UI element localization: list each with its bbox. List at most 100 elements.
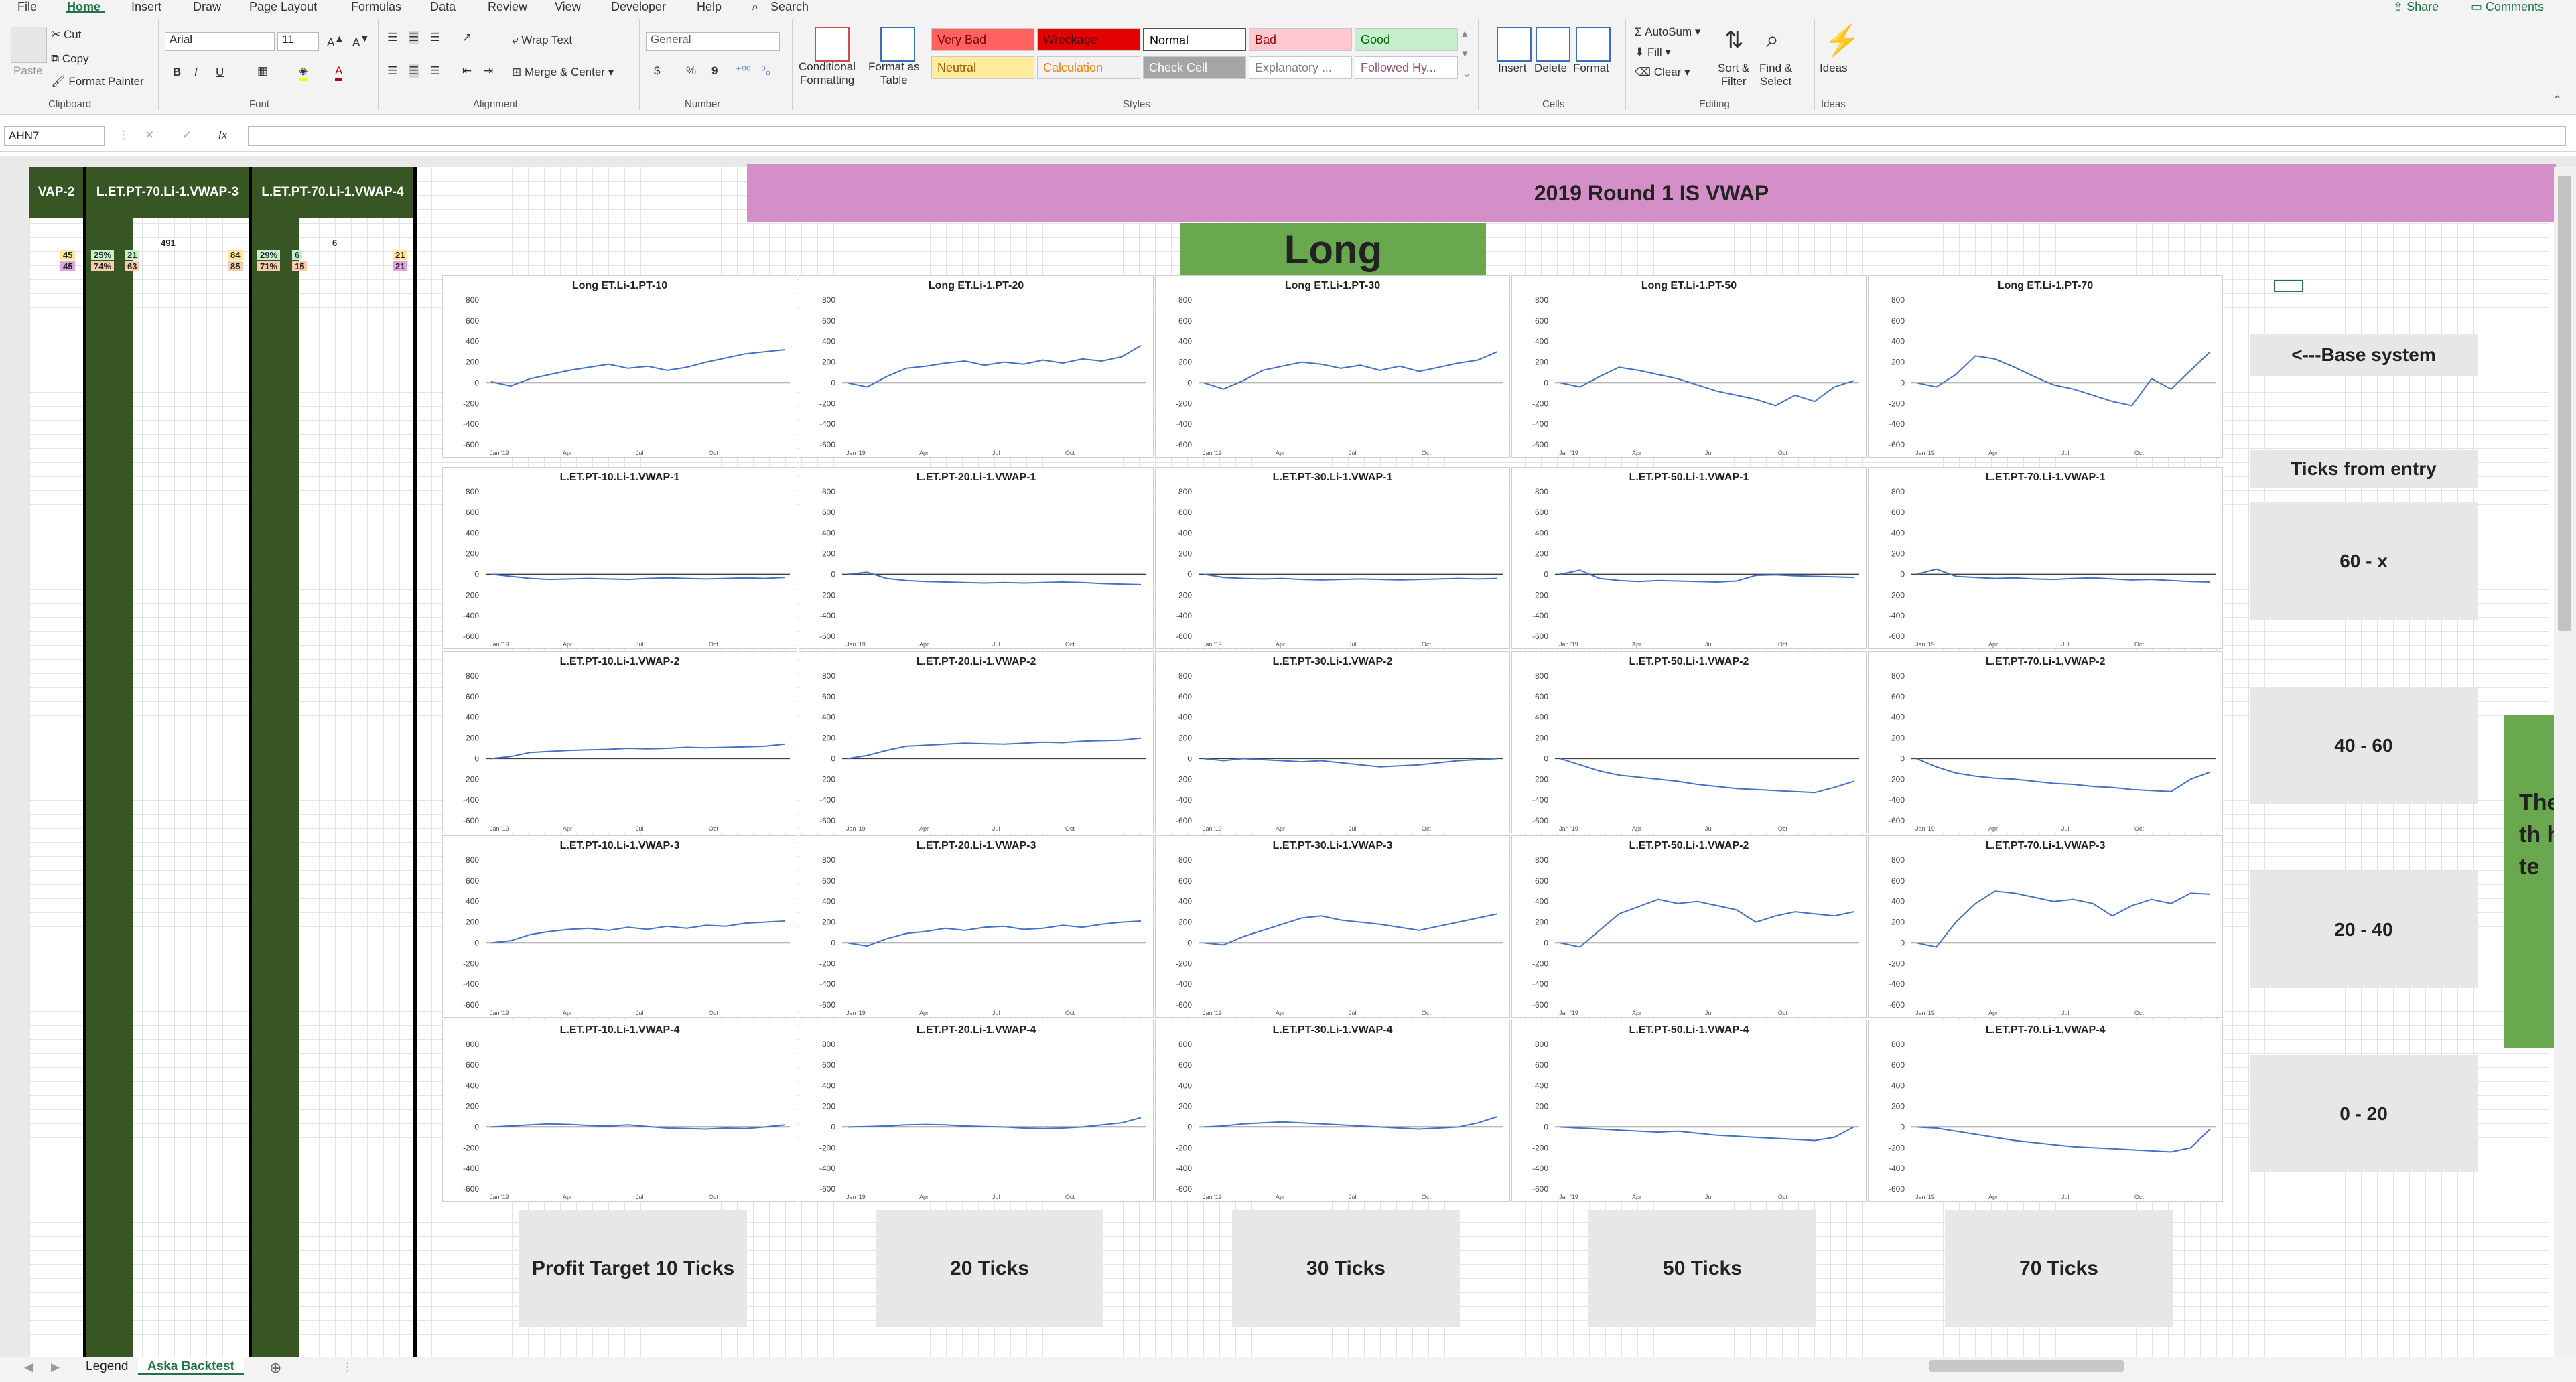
- stat-cell[interactable]: 15: [292, 261, 308, 271]
- stat-cell[interactable]: 21: [125, 250, 140, 260]
- next-sheet-icon[interactable]: ▶: [51, 1361, 60, 1374]
- align-top-icon[interactable]: ☰: [387, 31, 397, 44]
- equity-chart[interactable]: L.ET.PT-70.Li-1.VWAP-1 800 600 400 200 0 -200-…: [1868, 467, 2223, 649]
- orientation-icon[interactable]: ↗: [462, 31, 472, 44]
- stat-cell[interactable]: 71%: [257, 261, 281, 271]
- increase-indent-icon[interactable]: ⇥: [484, 64, 493, 78]
- italic-button[interactable]: I: [194, 66, 198, 79]
- decrease-indent-icon[interactable]: ⇤: [462, 64, 472, 78]
- cell-style-option[interactable]: Wreckage: [1037, 28, 1140, 51]
- equity-chart[interactable]: L.ET.PT-30.Li-1.VWAP-1 800 600 400 200 0 -200-…: [1155, 467, 1510, 649]
- cut-button[interactable]: ✂ Cut: [51, 28, 81, 42]
- equity-chart[interactable]: L.ET.PT-30.Li-1.VWAP-4 800 600 400 200 0 -200-…: [1155, 1020, 1510, 1202]
- cell-style-option[interactable]: Normal: [1143, 28, 1246, 51]
- equity-chart[interactable]: L.ET.PT-10.Li-1.VWAP-4 800 600 400 200 0 -200-…: [442, 1020, 797, 1202]
- equity-chart[interactable]: L.ET.PT-30.Li-1.VWAP-3 800 600 400 200 0 -200-…: [1155, 835, 1510, 1018]
- horizontal-scroll-thumb[interactable]: [1929, 1360, 2124, 1372]
- collapse-ribbon-icon[interactable]: ⌃: [2553, 94, 2562, 107]
- comments-button[interactable]: ▭ Comments: [2471, 0, 2544, 14]
- menu-view[interactable]: View: [555, 0, 581, 14]
- menu-page-layout[interactable]: Page Layout: [249, 0, 317, 14]
- autosum-button[interactable]: Σ AutoSum ▾: [1635, 25, 1700, 39]
- menu-review[interactable]: Review: [488, 0, 527, 14]
- share-button[interactable]: ⇪ Share: [2393, 0, 2439, 14]
- cancel-edit-icon[interactable]: ✕: [145, 129, 154, 142]
- add-sheet-icon[interactable]: ⊕: [269, 1359, 281, 1377]
- align-right-icon[interactable]: ☰: [430, 64, 440, 78]
- cell-style-option[interactable]: Followed Hy...: [1355, 56, 1458, 79]
- stat-cell[interactable]: 21: [393, 261, 408, 271]
- merge-center-button[interactable]: ⊞ Merge & Center ▾: [512, 66, 614, 79]
- cell-style-option[interactable]: Bad: [1249, 28, 1352, 51]
- equity-chart[interactable]: L.ET.PT-10.Li-1.VWAP-1 800 600 400 200 0 -200-…: [442, 467, 797, 649]
- number-format-select[interactable]: General: [646, 32, 780, 51]
- shrink-font-icon[interactable]: A▼: [352, 33, 369, 50]
- equity-chart[interactable]: L.ET.PT-50.Li-1.VWAP-1 800 600 400 200 0 -200-…: [1511, 467, 1867, 649]
- conditional-formatting-button[interactable]: Conditional Formatting: [799, 60, 856, 87]
- find-select-button[interactable]: Find & Select: [1759, 62, 1792, 88]
- equity-chart[interactable]: L.ET.PT-20.Li-1.VWAP-4 800 600 400 200 0 -200-…: [799, 1020, 1154, 1202]
- align-center-icon[interactable]: ☰: [409, 64, 419, 78]
- equity-chart[interactable]: L.ET.PT-50.Li-1.VWAP-2 800 600 400 200 0 -200-…: [1511, 651, 1867, 833]
- equity-chart[interactable]: L.ET.PT-70.Li-1.VWAP-2 800 600 400 200 0 -200-…: [1868, 651, 2223, 833]
- align-bottom-icon[interactable]: ☰: [430, 31, 440, 44]
- equity-chart[interactable]: L.ET.PT-50.Li-1.VWAP-4 800 600 400 200 0 -200-…: [1511, 1020, 1867, 1202]
- formula-options-icon[interactable]: ⋮: [118, 129, 129, 142]
- conditional-formatting-icon[interactable]: [815, 27, 850, 62]
- cell-style-option[interactable]: Good: [1355, 28, 1458, 51]
- row-header-bar[interactable]: [0, 167, 30, 1357]
- ideas-icon[interactable]: ⚡: [1824, 23, 1860, 58]
- underline-button[interactable]: U: [216, 66, 224, 79]
- format-as-table-button[interactable]: Format as Table: [868, 60, 920, 87]
- search-label[interactable]: Search: [770, 0, 809, 14]
- cell-style-option[interactable]: Neutral: [931, 56, 1034, 79]
- borders-icon[interactable]: ▦: [257, 64, 268, 78]
- stat-cell[interactable]: 85: [228, 261, 243, 271]
- sort-filter-button[interactable]: Sort & Filter: [1718, 62, 1749, 88]
- menu-help[interactable]: Help: [697, 0, 722, 14]
- vertical-scroll-thumb[interactable]: [2558, 176, 2571, 631]
- currency-button[interactable]: $: [654, 64, 660, 78]
- paste-icon[interactable]: [11, 27, 47, 63]
- copy-button[interactable]: ⧉ Copy: [51, 52, 89, 66]
- equity-chart[interactable]: Long ET.Li-1.PT-20 800 600 400 200 0 -200 -400-…: [799, 275, 1154, 458]
- cell-style-option[interactable]: Check Cell: [1143, 56, 1246, 79]
- format-cells-button[interactable]: Format: [1573, 62, 1609, 75]
- equity-chart[interactable]: L.ET.PT-70.Li-1.VWAP-4 800 600 400 200 0 -200-…: [1868, 1020, 2223, 1202]
- find-select-icon[interactable]: ⌕: [1766, 27, 1779, 53]
- font-name-select[interactable]: Arial: [165, 32, 275, 51]
- equity-chart[interactable]: Long ET.Li-1.PT-50 800 600 400 200 0 -200 -400-…: [1511, 275, 1867, 458]
- insert-cells-icon[interactable]: [1497, 27, 1532, 62]
- gallery-more-icon[interactable]: ⌄: [1462, 67, 1471, 80]
- cell-style-option[interactable]: Very Bad: [931, 28, 1034, 51]
- gallery-scroll-down-icon[interactable]: ▾: [1462, 47, 1468, 60]
- wrap-text-button[interactable]: ⤶ Wrap Text: [512, 33, 572, 47]
- stat-cell[interactable]: 74%: [91, 261, 115, 271]
- tab-scroll-options-icon[interactable]: ⋮: [342, 1361, 353, 1374]
- delete-cells-button[interactable]: Delete: [1534, 62, 1567, 75]
- selected-cell[interactable]: [2274, 280, 2303, 292]
- grow-font-icon[interactable]: A▲: [327, 33, 344, 50]
- formula-input[interactable]: [248, 126, 2566, 146]
- percent-button[interactable]: %: [686, 64, 696, 78]
- font-size-select[interactable]: 11: [277, 32, 319, 51]
- ideas-button[interactable]: Ideas: [1820, 62, 1848, 75]
- clear-button[interactable]: ⌫ Clear ▾: [1635, 66, 1690, 79]
- cell-style-option[interactable]: Calculation: [1037, 56, 1140, 79]
- equity-chart[interactable]: L.ET.PT-50.Li-1.VWAP-2 800 600 400 200 0 -200-…: [1511, 835, 1867, 1018]
- equity-chart[interactable]: L.ET.PT-10.Li-1.VWAP-2 800 600 400 200 0 -200-…: [442, 651, 797, 833]
- equity-chart[interactable]: L.ET.PT-20.Li-1.VWAP-3 800 600 400 200 0 -200-…: [799, 835, 1154, 1018]
- equity-chart[interactable]: Long ET.Li-1.PT-70 800 600 400 200 0 -200 -400-…: [1868, 275, 2223, 458]
- stat-cell[interactable]: 29%: [257, 250, 281, 260]
- confirm-edit-icon[interactable]: ✓: [182, 129, 192, 142]
- sheet-tab-legend[interactable]: Legend: [76, 1357, 137, 1375]
- align-middle-icon[interactable]: ☰: [409, 31, 419, 44]
- equity-chart[interactable]: L.ET.PT-20.Li-1.VWAP-2 800 600 400 200 0 -200-…: [799, 651, 1154, 833]
- menu-draw[interactable]: Draw: [193, 0, 221, 14]
- equity-chart[interactable]: L.ET.PT-70.Li-1.VWAP-3 800 600 400 200 0 -200-…: [1868, 835, 2223, 1018]
- menu-data[interactable]: Data: [430, 0, 456, 14]
- paste-button[interactable]: Paste: [13, 64, 42, 78]
- insert-cells-button[interactable]: Insert: [1498, 62, 1527, 75]
- menu-formulas[interactable]: Formulas: [351, 0, 401, 14]
- prev-sheet-icon[interactable]: ◀: [24, 1361, 33, 1374]
